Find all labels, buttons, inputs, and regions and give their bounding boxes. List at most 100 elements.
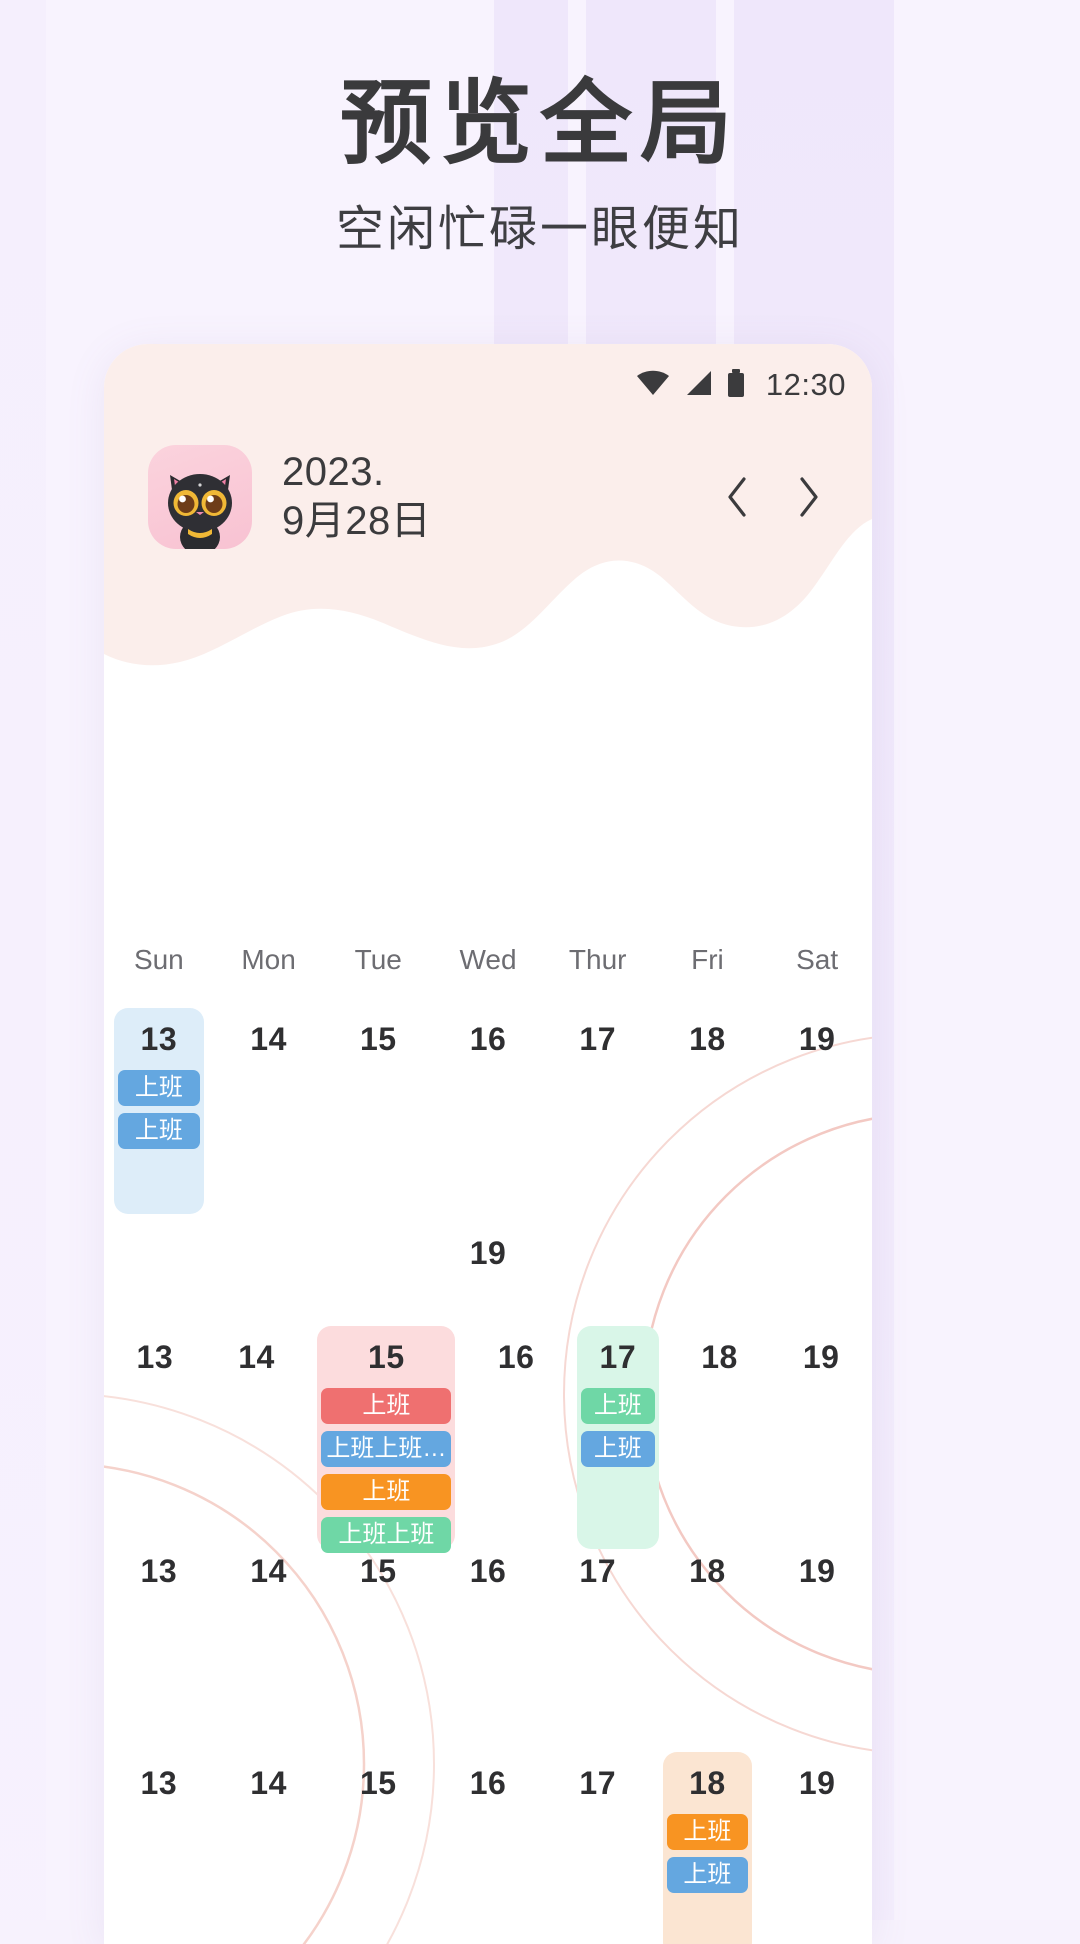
- calendar-day-cell[interactable]: 14: [214, 1748, 324, 1944]
- calendar-day-cell[interactable]: 15: [323, 1536, 433, 1748]
- calendar-day-inner: 17: [553, 1540, 643, 1744]
- calendar-day-cell[interactable]: [653, 1218, 763, 1322]
- current-date[interactable]: 2023. 9月28日: [282, 448, 431, 546]
- calendar-day-cell[interactable]: 19: [762, 1748, 872, 1944]
- calendar-day-cell[interactable]: 14: [214, 1536, 324, 1748]
- calendar-day-cell[interactable]: 14: [206, 1322, 308, 1553]
- calendar-day-number: 13: [140, 1765, 178, 1801]
- calendar-day-inner: 18: [663, 1008, 753, 1214]
- page-subtitle: 空闲忙碌一眼便知: [335, 203, 744, 256]
- calendar-day-cell[interactable]: 17: [543, 1536, 653, 1748]
- calendar-header: 2023. 9月28日: [148, 432, 836, 562]
- calendar-day-inner: 19: [772, 1540, 862, 1744]
- calendar-day-number: 16: [469, 1765, 507, 1801]
- calendar-grid: 13 上班 上班 14 15 16 17 18 19 19 13 14 15 上班 上班上班… 上班 上班上班 1…: [104, 1004, 872, 1944]
- weekday-label-sun: Sun: [133, 944, 184, 975]
- date-monthday: 9月28日: [282, 499, 432, 543]
- calendar-day-number: 14: [250, 1553, 287, 1589]
- cat-avatar[interactable]: [148, 445, 252, 549]
- calendar-day-inner: 16: [443, 1752, 533, 1944]
- calendar-event[interactable]: 上班: [321, 1474, 452, 1510]
- calendar-day-number: 13: [140, 1553, 178, 1589]
- calendar-day-number: 14: [250, 1765, 287, 1801]
- calendar-day-inner: 16: [443, 1008, 533, 1214]
- calendar-day-cell[interactable]: 15: [323, 1004, 433, 1218]
- calendar-day-inner: 14: [224, 1540, 314, 1744]
- calendar-day-number: 13: [140, 1021, 178, 1057]
- calendar-day-cell[interactable]: 13: [104, 1322, 206, 1553]
- calendar-day-cell[interactable]: 16: [433, 1004, 543, 1218]
- calendar-day-cell[interactable]: 14: [214, 1004, 324, 1218]
- calendar-day-cell[interactable]: 16: [465, 1322, 567, 1553]
- chevron-left-icon[interactable]: [716, 475, 760, 519]
- calendar-event[interactable]: 上班: [580, 1388, 655, 1424]
- calendar-day-number: 15: [359, 1765, 397, 1801]
- battery-icon: [726, 368, 746, 402]
- calendar-day-events: 上班 上班: [577, 1388, 659, 1467]
- signal-icon: [684, 370, 712, 401]
- calendar-day-cell[interactable]: [214, 1218, 324, 1322]
- calendar-event[interactable]: 上班: [321, 1388, 452, 1424]
- calendar-day-cell[interactable]: [762, 1218, 872, 1322]
- calendar-event[interactable]: 上班: [118, 1070, 200, 1106]
- calendar-day-number: 18: [689, 1765, 726, 1801]
- date-year: 2023.: [282, 450, 385, 495]
- calendar-day-cell[interactable]: 19: [770, 1322, 872, 1553]
- calendar-day-number: 18: [689, 1021, 726, 1057]
- calendar-day-inner: 18: [663, 1540, 753, 1744]
- calendar-day-inner: [114, 1222, 204, 1318]
- calendar-day-number: 19: [798, 1765, 836, 1801]
- calendar-day-number: 18: [689, 1553, 726, 1589]
- calendar-day-cell[interactable]: 19: [433, 1218, 543, 1322]
- wifi-icon: [636, 370, 670, 401]
- calendar-day-inner: [772, 1222, 862, 1318]
- calendar-day-cell[interactable]: 18: [653, 1536, 763, 1748]
- calendar-day-inner: 15: [333, 1540, 423, 1744]
- calendar-day-cell[interactable]: 13: [104, 1536, 214, 1748]
- calendar-day-number: 18: [701, 1339, 738, 1375]
- calendar-day-number: 16: [469, 1553, 507, 1589]
- calendar-day-number: 14: [250, 1021, 287, 1057]
- calendar-event[interactable]: 上班: [666, 1857, 749, 1893]
- calendar-day-cell[interactable]: 16: [433, 1748, 543, 1944]
- month-navigation: [716, 475, 836, 519]
- calendar-day-cell[interactable]: 17: [543, 1004, 653, 1218]
- calendar-day-inner: 17 上班 上班: [576, 1326, 659, 1549]
- calendar-day-events: 上班 上班上班… 上班 上班上班: [317, 1388, 455, 1553]
- calendar-event[interactable]: 上班: [118, 1113, 200, 1149]
- calendar-day-number: 15: [359, 1021, 397, 1057]
- calendar-event[interactable]: 上班上班…: [321, 1431, 452, 1467]
- calendar-day-cell[interactable]: 18 上班 上班: [653, 1748, 763, 1944]
- calendar-day-inner: 14: [224, 1008, 314, 1214]
- calendar-day-cell[interactable]: 19: [762, 1536, 872, 1748]
- calendar-day-cell[interactable]: [104, 1218, 214, 1322]
- calendar-day-cell[interactable]: 15: [323, 1748, 433, 1944]
- calendar-day-cell[interactable]: 15 上班 上班上班… 上班 上班上班: [307, 1322, 465, 1553]
- calendar-day-cell[interactable]: 19: [762, 1004, 872, 1218]
- weekday-label-sat: Sat: [796, 944, 839, 975]
- chevron-right-icon[interactable]: [786, 475, 830, 519]
- calendar-day-cell[interactable]: 13 上班 上班: [104, 1004, 214, 1218]
- calendar-day-inner: 13 上班 上班: [114, 1008, 204, 1214]
- calendar-day-number: 16: [469, 1021, 507, 1057]
- calendar-day-inner: 14: [216, 1326, 298, 1549]
- calendar-day-number: 17: [579, 1765, 616, 1801]
- page-title: 预览全局: [339, 73, 740, 175]
- calendar-day-cell[interactable]: 16: [433, 1536, 543, 1748]
- calendar-day-inner: 18 上班 上班: [662, 1752, 753, 1944]
- calendar-event[interactable]: 上班: [580, 1431, 655, 1467]
- calendar-day-cell[interactable]: 17: [543, 1748, 653, 1944]
- calendar-day-cell[interactable]: 18: [669, 1322, 771, 1553]
- calendar-day-number: 19: [798, 1021, 836, 1057]
- calendar-event[interactable]: 上班: [666, 1814, 749, 1850]
- calendar-day-cell[interactable]: [543, 1218, 653, 1322]
- calendar-day-cell[interactable]: [323, 1218, 433, 1322]
- calendar-day-inner: 19: [772, 1752, 862, 1944]
- calendar-day-number: 16: [497, 1339, 535, 1375]
- calendar-day-cell[interactable]: 18: [653, 1004, 763, 1218]
- calendar-week-row: 13 14 15 上班 上班上班… 上班 上班上班 16 17 上班 上班 18 19: [104, 1322, 872, 1553]
- calendar-week-row: 19: [104, 1218, 872, 1322]
- calendar-day-inner: 17: [553, 1008, 643, 1214]
- calendar-day-cell[interactable]: 13: [104, 1748, 214, 1944]
- calendar-day-cell[interactable]: 17 上班 上班: [567, 1322, 669, 1553]
